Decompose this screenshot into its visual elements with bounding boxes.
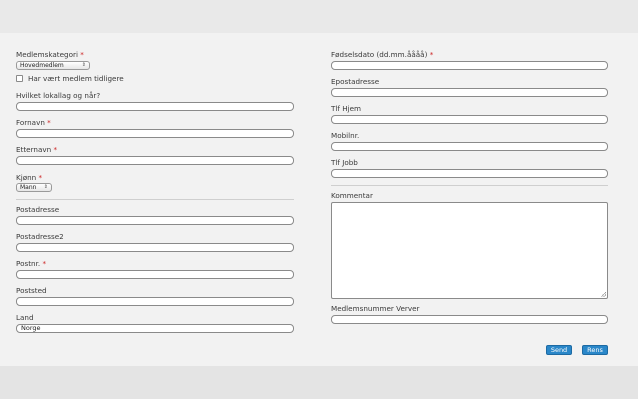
tlf-jobb-label: Tlf Jobb <box>331 158 358 167</box>
required-marker: * <box>80 50 84 59</box>
fodselsdato-label: Fødselsdato (dd.mm.åååå) * <box>331 50 433 59</box>
postadresse-input[interactable] <box>16 216 294 225</box>
verver-input[interactable] <box>331 315 608 324</box>
land-input[interactable]: Norge <box>16 324 294 333</box>
select-arrows-icon: ⇕ <box>81 62 86 68</box>
tlf-hjem-input[interactable] <box>331 115 608 124</box>
bottom-band <box>0 366 638 399</box>
divider <box>331 185 608 186</box>
verver-label: Medlemsnummer Verver <box>331 304 420 313</box>
lokallag-label: Hvilket lokallag og når? <box>16 91 101 100</box>
fornavn-label: Fornavn * <box>16 118 51 127</box>
select-arrows-icon: ⇕ <box>43 184 48 190</box>
send-button[interactable]: Send <box>546 345 572 355</box>
postadresse2-input[interactable] <box>16 243 294 252</box>
fodselsdato-input[interactable] <box>331 61 608 70</box>
postnr-label-text: Postnr. <box>16 259 41 268</box>
medlemskategori-value: Hovedmedlem <box>20 62 64 69</box>
required-marker: * <box>38 173 43 182</box>
tlf-hjem-label: Tlf Hjem <box>331 104 362 113</box>
tlf-jobb-input[interactable] <box>331 169 608 178</box>
divider <box>16 199 294 200</box>
etternavn-input[interactable] <box>16 156 294 165</box>
medlemskategori-label-text: Medlemskategori <box>16 50 78 59</box>
required-marker: * <box>47 118 51 127</box>
epost-label: Epostadresse <box>331 77 380 86</box>
postadresse2-label: Postadresse2 <box>16 232 64 241</box>
medlemskategori-label: Medlemskategori * <box>16 50 84 59</box>
etternavn-label-text: Etternavn <box>16 145 52 154</box>
top-band <box>0 0 638 33</box>
postnr-label: Postnr. * <box>16 259 46 268</box>
poststed-label: Poststed <box>16 286 47 295</box>
required-marker: * <box>53 145 58 154</box>
fornavn-label-text: Fornavn <box>16 118 45 127</box>
tidligere-label: Har vært medlem tidligere <box>28 74 124 83</box>
land-label: Land <box>16 313 34 322</box>
poststed-input[interactable] <box>16 297 294 306</box>
required-marker: * <box>42 259 47 268</box>
mobil-label: Mobilnr. <box>331 131 360 140</box>
kjonn-label: Kjønn * <box>16 173 42 182</box>
kommentar-textarea[interactable] <box>331 202 608 299</box>
fornavn-input[interactable] <box>16 129 294 138</box>
kjonn-select[interactable]: Mann ⇕ <box>16 183 52 192</box>
medlemskategori-select[interactable]: Hovedmedlem ⇕ <box>16 61 90 70</box>
etternavn-label: Etternavn * <box>16 145 57 154</box>
lokallag-input[interactable] <box>16 102 294 111</box>
rens-button[interactable]: Rens <box>582 345 608 355</box>
kjonn-label-text: Kjønn <box>16 173 37 182</box>
required-marker: * <box>429 50 434 59</box>
postnr-input[interactable] <box>16 270 294 279</box>
mobil-input[interactable] <box>331 142 608 151</box>
fodselsdato-label-text: Fødselsdato (dd.mm.åååå) <box>331 50 428 59</box>
tidligere-checkbox[interactable] <box>16 75 23 82</box>
kjonn-value: Mann <box>20 184 37 191</box>
postadresse-label: Postadresse <box>16 205 60 214</box>
resize-grip-icon[interactable] <box>601 292 606 297</box>
epost-input[interactable] <box>331 88 608 97</box>
kommentar-label: Kommentar <box>331 191 373 200</box>
